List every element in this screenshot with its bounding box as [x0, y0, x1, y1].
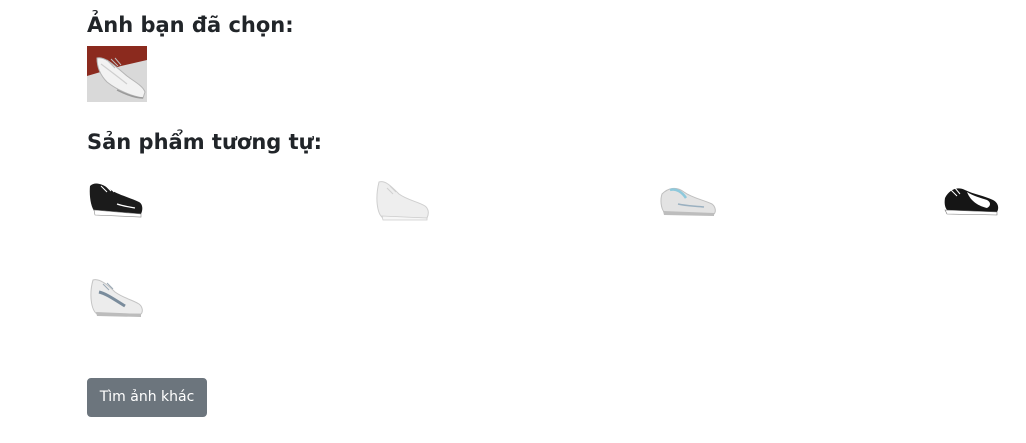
white-sneaker-icon	[376, 181, 429, 221]
similar-product-1[interactable]	[87, 176, 147, 228]
black-sneaker-icon	[89, 183, 143, 218]
white-grey-running-shoe-icon	[90, 279, 143, 317]
white-sneaker-photo-icon	[87, 46, 147, 102]
similar-product-4[interactable]	[941, 176, 1001, 228]
white-blue-running-shoe-icon	[660, 187, 716, 216]
similar-product-2[interactable]	[373, 176, 433, 228]
selected-image-heading: Ảnh bạn đã chọn:	[87, 13, 294, 37]
similar-product-3[interactable]	[658, 176, 718, 228]
selected-image	[87, 46, 147, 102]
black-white-golf-shoe-icon	[944, 187, 999, 216]
similar-products-heading: Sản phẩm tương tự:	[87, 130, 322, 154]
search-another-image-button[interactable]: Tìm ảnh khác	[87, 378, 207, 417]
similar-product-5[interactable]	[87, 272, 147, 324]
